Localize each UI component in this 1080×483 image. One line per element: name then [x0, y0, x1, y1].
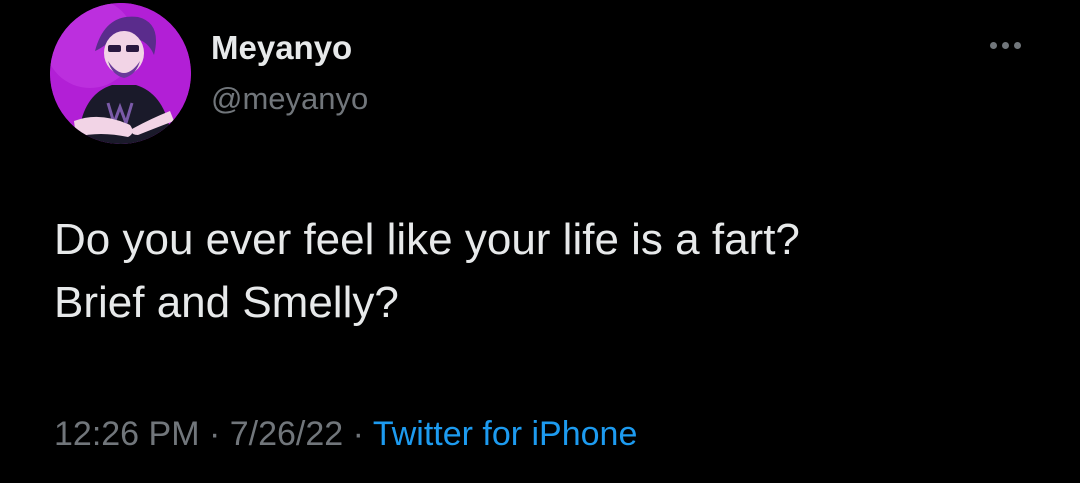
tweet-text-line: Brief and Smelly? [54, 278, 399, 327]
more-options-dot [1001, 41, 1009, 49]
tweet-card: Meyanyo @meyanyo Do you ever feel like y… [0, 0, 1080, 483]
tweet-time[interactable]: 12:26 PM [54, 415, 200, 453]
tweet-source-link[interactable]: Twitter for iPhone [373, 415, 638, 453]
profile-avatar-icon[interactable] [50, 3, 191, 144]
display-name[interactable]: Meyanyo [211, 28, 352, 68]
tweet-text: Do you ever feel like your life is a far… [54, 208, 1044, 334]
tweet-date[interactable]: 7/26/22 [230, 415, 343, 453]
tweet-text-line: Do you ever feel like your life is a far… [54, 215, 800, 264]
more-options-dot [989, 41, 997, 49]
meta-separator: · [343, 415, 373, 453]
more-options-dot [1013, 41, 1021, 49]
tweet-meta: 12:26 PM · 7/26/22 · Twitter for iPhone [54, 412, 637, 456]
user-handle[interactable]: @meyanyo [211, 80, 368, 118]
meta-separator: · [199, 415, 230, 453]
more-options-icon[interactable] [980, 30, 1030, 60]
